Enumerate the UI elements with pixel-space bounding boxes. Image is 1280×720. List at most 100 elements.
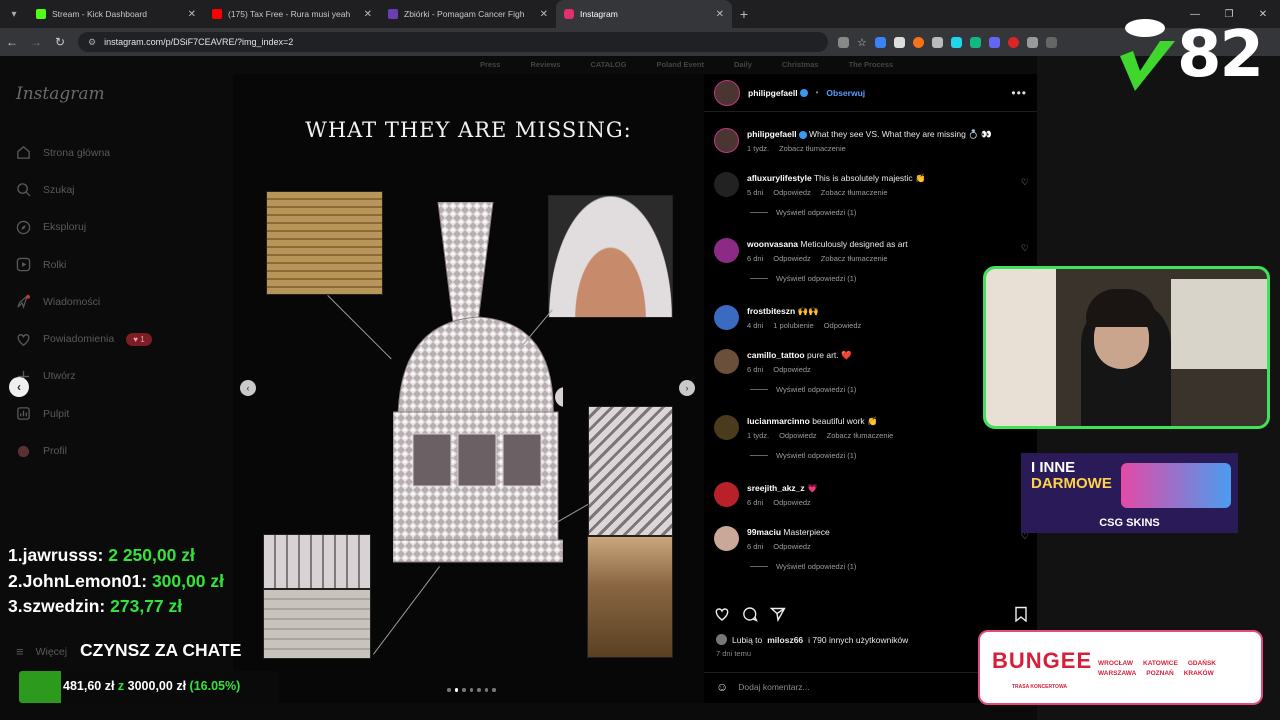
connector-line (327, 295, 392, 360)
extension-icon[interactable] (912, 36, 924, 48)
sidebar-item-profile[interactable]: Profil (16, 432, 152, 469)
avatar[interactable] (714, 238, 739, 263)
view-replies-link[interactable]: Wyświetl odpowiedzi (1) (750, 208, 856, 217)
avatar[interactable] (714, 172, 739, 197)
more-options-icon[interactable]: ••• (1011, 86, 1027, 100)
carousel-dot[interactable] (462, 688, 466, 692)
view-replies-link[interactable]: Wyświetl odpowiedzi (1) (750, 562, 856, 571)
avatar[interactable] (714, 526, 739, 551)
author-name: philipgefaell (748, 87, 798, 98)
comment-meta[interactable]: 1 polubienie (773, 321, 813, 330)
likes-count-text[interactable]: i 790 innych użytkowników (808, 635, 908, 645)
close-icon[interactable]: ✕ (364, 9, 372, 20)
like-heart-icon[interactable] (714, 606, 730, 622)
emoji-icon[interactable]: ☺ (716, 680, 728, 694)
comment-meta[interactable]: Odpowiedz (773, 254, 811, 263)
comment-meta[interactable]: Odpowiedz (824, 321, 862, 330)
sidebar-item-explore[interactable]: Eksploruj (16, 209, 152, 246)
comment-username[interactable]: lucianmarcinno (747, 416, 810, 426)
comment-meta[interactable]: Zobacz tłumaczenie (827, 431, 894, 440)
comment-username[interactable]: sreejith_akz_z (747, 483, 805, 493)
comment-meta[interactable]: Odpowiedz (779, 431, 817, 440)
previous-post-button[interactable]: ‹ (9, 377, 29, 397)
avatar[interactable] (714, 128, 739, 153)
tab-search-icon[interactable]: ▾ (0, 0, 28, 28)
comment-meta[interactable]: Odpowiedz (773, 188, 811, 197)
carousel-dot[interactable] (484, 688, 488, 692)
reload-icon[interactable]: ↻ (48, 35, 72, 49)
comment-username[interactable]: camillo_tattoo (747, 350, 805, 360)
comment-username[interactable]: frostbiteszn (747, 306, 795, 316)
comment-username[interactable]: afluxurylifestyle (747, 173, 812, 183)
sidebar-item-home[interactable]: Strona główna (16, 134, 152, 171)
comment-meta[interactable]: Odpowiedz (773, 498, 811, 507)
tab-instagram[interactable]: Instagram ✕ (556, 0, 732, 28)
sidebar-item-messages[interactable]: Wiadomości (16, 283, 152, 320)
comment-meta[interactable]: Odpowiedz (773, 542, 811, 551)
view-replies-link[interactable]: Wyświetl odpowiedzi (1) (750, 274, 856, 283)
extension-icon[interactable] (1045, 36, 1057, 48)
close-icon[interactable]: ✕ (716, 9, 724, 20)
extension-icon[interactable] (969, 36, 981, 48)
youtube-icon (212, 9, 222, 19)
carousel-dot[interactable] (454, 688, 458, 692)
comment-meta[interactable]: Zobacz tłumaczenie (821, 188, 888, 197)
view-replies-link[interactable]: Wyświetl odpowiedzi (1) (750, 385, 856, 394)
close-icon[interactable]: ✕ (188, 9, 196, 20)
tab-youtube[interactable]: (175) Tax Free - Rura musi yeah ✕ (204, 0, 380, 28)
comment-meta[interactable]: Odpowiedz (773, 365, 811, 374)
extension-icon[interactable] (874, 36, 886, 48)
liker-username[interactable]: milosz66 (767, 635, 803, 645)
extension-icon[interactable] (1007, 36, 1019, 48)
instagram-logo[interactable]: Instagram (16, 84, 105, 104)
comment-icon[interactable] (742, 606, 758, 622)
translate-link[interactable]: Zobacz tłumaczenie (779, 144, 846, 153)
extension-icon[interactable] (1026, 36, 1038, 48)
carousel-dot[interactable] (469, 688, 473, 692)
avatar[interactable] (714, 349, 739, 374)
sidebar-item-reels[interactable]: Rolki (16, 246, 152, 283)
comment-username[interactable]: philipgefaell (747, 129, 797, 139)
carousel-prev-button[interactable]: ‹ (240, 380, 256, 396)
view-replies-link[interactable]: Wyświetl odpowiedzi (1) (750, 451, 856, 460)
cast-icon[interactable] (838, 36, 849, 48)
sidebar-item-notifications[interactable]: Powiadomienia ♥ 1 (16, 320, 152, 357)
forward-icon[interactable]: → (24, 35, 48, 49)
share-icon[interactable] (770, 606, 786, 622)
back-icon[interactable]: ← (0, 35, 24, 49)
comment-like-icon[interactable]: ♡ (1021, 243, 1029, 254)
carousel-next-button[interactable]: › (679, 380, 695, 396)
carousel-dot[interactable] (492, 688, 496, 692)
tab-kick[interactable]: Stream - Kick Dashboard ✕ (28, 0, 204, 28)
add-comment-input[interactable]: Dodaj komentarz... (738, 682, 809, 692)
avatar[interactable] (714, 305, 739, 330)
tab-pomagam[interactable]: Zbiórki - Pomagam Cancer Figh ✕ (380, 0, 556, 28)
author-username[interactable]: philipgefaell (748, 88, 808, 98)
stone-facade-detail-image (263, 589, 371, 659)
bookmark-star-icon[interactable]: ☆ (857, 36, 867, 49)
sidebar-item-search[interactable]: Szukaj (16, 171, 152, 208)
sidebar-item-create[interactable]: Utwórz (16, 358, 152, 395)
close-icon[interactable]: ✕ (540, 9, 548, 20)
extension-icon[interactable] (893, 36, 905, 48)
extension-icon[interactable] (950, 36, 962, 48)
follow-button[interactable]: Obserwuj (826, 88, 865, 98)
sidebar-item-dashboard[interactable]: Pulpit (16, 395, 152, 432)
author-avatar[interactable] (714, 79, 740, 106)
carousel-dot[interactable] (477, 688, 481, 692)
comment-username[interactable]: 99maciu (747, 527, 781, 537)
extension-icon[interactable] (931, 36, 943, 48)
extension-icon[interactable] (988, 36, 1000, 48)
site-info-icon[interactable]: ⚙ (88, 37, 96, 48)
avatar[interactable] (714, 415, 739, 440)
save-bookmark-icon[interactable] (1013, 606, 1029, 622)
sidebar-item-more[interactable]: ≡ Więcej (16, 644, 67, 659)
carousel-dot[interactable] (447, 688, 451, 692)
comment-username[interactable]: woonvasana (747, 239, 798, 249)
liker-avatar[interactable] (716, 634, 727, 645)
comment-meta[interactable]: Zobacz tłumaczenie (821, 254, 888, 263)
new-tab-button[interactable]: + (732, 6, 756, 22)
avatar[interactable] (714, 482, 739, 507)
url-field[interactable]: ⚙ instagram.com/p/DSiF7CEAVRE/?img_index=… (78, 32, 828, 52)
comment-like-icon[interactable]: ♡ (1021, 177, 1029, 188)
